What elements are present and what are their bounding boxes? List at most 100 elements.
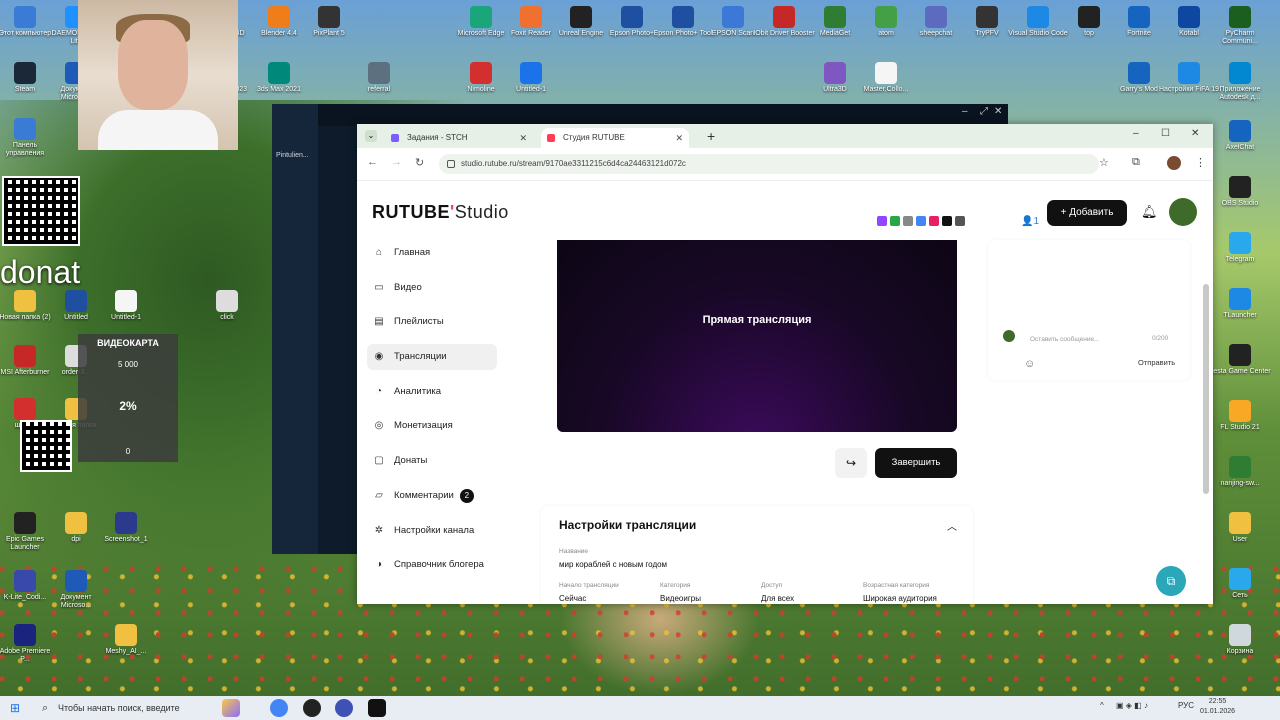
bell-icon[interactable]: 🔔︎ bbox=[1141, 204, 1158, 220]
bg-minimize-icon[interactable]: – bbox=[962, 106, 968, 117]
chat-input[interactable]: Оставить сообщение... bbox=[1030, 336, 1100, 343]
app-icon bbox=[65, 512, 87, 534]
minimize-icon[interactable]: – bbox=[1133, 128, 1139, 139]
app-icon bbox=[268, 62, 290, 84]
field-value[interactable]: Для всех bbox=[761, 594, 794, 603]
desktop-icon[interactable]: TLauncher bbox=[1209, 288, 1271, 320]
sidebar-item[interactable]: ◔ Аналитика bbox=[367, 379, 497, 405]
app-icon bbox=[470, 6, 492, 28]
url-field[interactable]: studio.rutube.ru/stream/9170ae3311215c6d… bbox=[439, 154, 1099, 174]
tab-close-icon[interactable]: ✕ bbox=[519, 128, 527, 148]
name-value[interactable]: мир кораблей с новым годом bbox=[559, 560, 667, 569]
desktop-icon[interactable]: PixPlant 5 bbox=[298, 6, 360, 38]
end-stream-button[interactable]: Завершить bbox=[875, 448, 957, 478]
desktop-icon[interactable]: Untitled-1 bbox=[95, 290, 157, 322]
field-value[interactable]: Сейчас bbox=[559, 594, 586, 603]
browser-menu-icon[interactable]: ⋮ bbox=[1195, 156, 1206, 169]
language-indicator[interactable]: РУС bbox=[1178, 701, 1194, 710]
desktop-icon[interactable]: AxelChat bbox=[1209, 120, 1271, 152]
collapse-chevron-icon[interactable]: ︿ bbox=[947, 518, 957, 533]
desktop-icon[interactable]: User bbox=[1209, 512, 1271, 544]
extensions-icon[interactable]: ⧉ bbox=[1132, 156, 1140, 169]
gpu-value: 2% bbox=[119, 399, 137, 413]
share-button[interactable]: ↪ bbox=[835, 448, 867, 478]
bg-close-icon[interactable]: ✕ bbox=[994, 106, 1002, 117]
sidebar-item[interactable]: ▱ Комментарии 2 bbox=[367, 483, 497, 509]
tray-chevron-icon[interactable]: ^ bbox=[1100, 701, 1104, 710]
field-value[interactable]: Широкая аудитория bbox=[863, 594, 937, 603]
tab-search-icon[interactable]: ⌄ bbox=[365, 130, 377, 142]
desktop-icon[interactable]: Telegram bbox=[1209, 232, 1271, 264]
new-tab-button[interactable]: + bbox=[707, 128, 715, 144]
desktop-icon[interactable]: Приложение Autodesk д... bbox=[1209, 62, 1271, 102]
gpu-title: ВИДЕОКАРТА bbox=[97, 338, 159, 348]
profile-avatar[interactable] bbox=[1167, 156, 1181, 170]
back-icon[interactable]: ← bbox=[367, 156, 378, 168]
playlist-icon: ▤ bbox=[374, 316, 384, 328]
reload-icon[interactable]: ↻ bbox=[415, 156, 424, 169]
vk-icon bbox=[929, 216, 939, 226]
desktop-icon-label: FL Studio 21 bbox=[1220, 424, 1260, 431]
sidebar-item[interactable]: ▤ Плейлисты bbox=[367, 309, 497, 335]
bookmark-star-icon[interactable]: ☆ bbox=[1099, 156, 1109, 169]
background-window-sidebar bbox=[272, 104, 318, 554]
sidebar-item[interactable]: ◑ Справочник блогера bbox=[367, 552, 497, 578]
copilot-icon[interactable] bbox=[222, 699, 240, 717]
desktop-icon[interactable]: FL Studio 21 bbox=[1209, 400, 1271, 432]
sidebar-item[interactable]: ▭ Видео bbox=[367, 275, 497, 301]
tray-icons[interactable]: ▣ ◈ ◧ ♪ bbox=[1116, 701, 1148, 710]
background-window-titlebar[interactable]: – ⤢ ✕ bbox=[272, 104, 1008, 126]
desktop-icon[interactable]: click bbox=[196, 290, 258, 322]
close-icon[interactable]: ✕ bbox=[1191, 128, 1199, 139]
desktop-icon[interactable]: Master.Collo... bbox=[855, 62, 917, 94]
donate-icon: ▢ bbox=[374, 455, 384, 467]
tab-rutube-studio[interactable]: Студия RUTUBE ✕ bbox=[541, 128, 689, 148]
maximize-icon[interactable]: ☐ bbox=[1161, 128, 1170, 139]
sidebar-item[interactable]: ◎ Монетизация bbox=[367, 413, 497, 439]
desktop-icon[interactable]: Lesta Game Center bbox=[1209, 344, 1271, 376]
tab-tasks[interactable]: Задания - STCH ✕ bbox=[385, 128, 533, 148]
chrome-icon[interactable] bbox=[270, 699, 288, 717]
viewers-icon[interactable]: 👤1 bbox=[1021, 216, 1039, 227]
desktop-icon[interactable]: Корзина bbox=[1209, 624, 1271, 656]
desktop-icon[interactable]: Screenshot_1 bbox=[95, 512, 157, 544]
clock[interactable]: 22:55 01.01.2026 bbox=[1200, 697, 1235, 717]
desktop-icon[interactable]: 3ds Max 2021 bbox=[248, 62, 310, 94]
desktop-icon[interactable]: Сеть bbox=[1209, 568, 1271, 600]
desktop-icon[interactable]: nanjing-sw... bbox=[1209, 456, 1271, 488]
desktop-icon[interactable]: PyCharm Communi... bbox=[1209, 6, 1271, 46]
desktop-icon[interactable]: Untitled-1 bbox=[500, 62, 562, 94]
terminal-icon[interactable] bbox=[368, 699, 386, 717]
desktop-icon[interactable]: referral bbox=[348, 62, 410, 94]
search-icon: ⌕ bbox=[42, 702, 49, 714]
sidebar-item[interactable]: ⌂ Главная bbox=[367, 240, 497, 266]
windows-start-icon[interactable]: ⊞ bbox=[10, 702, 22, 714]
app-icon bbox=[1229, 400, 1251, 422]
rutube-studio-logo[interactable]: RUTUBE'Studio bbox=[372, 202, 509, 223]
desktop-icon[interactable]: Meshy_AI_... bbox=[95, 624, 157, 656]
sidebar-item[interactable]: ◉ Трансляции bbox=[367, 344, 497, 371]
support-chat-button[interactable]: ⧉ bbox=[1156, 566, 1186, 596]
chat-counter: 0/200 bbox=[1152, 335, 1169, 342]
emoji-icon[interactable]: ☺ bbox=[1024, 358, 1035, 370]
bg-maximize-icon[interactable]: ⤢ bbox=[980, 106, 988, 117]
app-icon bbox=[520, 62, 542, 84]
user-avatar[interactable] bbox=[1169, 198, 1197, 226]
send-button[interactable]: Отправить bbox=[1138, 358, 1175, 367]
desktop-icon[interactable]: Панель управления bbox=[0, 118, 56, 158]
page-scrollbar[interactable] bbox=[1203, 284, 1209, 494]
forward-icon[interactable]: → bbox=[391, 156, 402, 168]
site-info-icon[interactable] bbox=[447, 160, 455, 168]
stream-player[interactable]: Прямая трансляция bbox=[557, 240, 957, 432]
tab-close-icon[interactable]: ✕ bbox=[675, 128, 683, 148]
platform-icons[interactable] bbox=[877, 216, 968, 226]
desktop-icon[interactable]: Adobe Premiere P... bbox=[0, 624, 56, 664]
sidebar-item[interactable]: ▢ Донаты bbox=[367, 448, 497, 474]
field-value[interactable]: Видеоигры bbox=[660, 594, 701, 603]
sidebar-item[interactable]: ✲ Настройки канала bbox=[367, 518, 497, 544]
desktop-icon[interactable]: OBS Studio bbox=[1209, 176, 1271, 208]
app-icon[interactable] bbox=[335, 699, 353, 717]
obs-icon[interactable] bbox=[303, 699, 321, 717]
add-button[interactable]: + Добавить bbox=[1047, 200, 1127, 226]
desktop-icon[interactable]: Документ Microso... bbox=[45, 570, 107, 610]
